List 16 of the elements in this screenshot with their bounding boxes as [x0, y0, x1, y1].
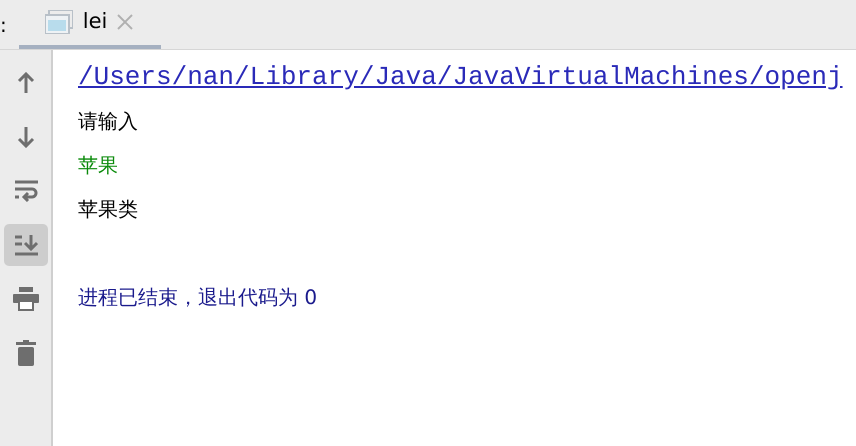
console-line: 进程已结束，退出代码为 0	[78, 284, 318, 311]
tab-label: lei	[82, 8, 108, 36]
path-link[interactable]: /Users/nan/Library/Java/JavaVirtualMachines/openj	[78, 58, 843, 96]
console-line: 苹果	[78, 152, 118, 179]
arrow-down-icon	[16, 125, 36, 149]
console-line: 请输入	[78, 108, 138, 135]
console-tab[interactable]: lei	[18, 0, 161, 49]
scroll-to-end-icon	[14, 234, 38, 256]
cut-tab-label: :	[0, 12, 7, 38]
console-line: 苹果类	[78, 196, 138, 223]
soft-wrap-icon	[14, 180, 38, 202]
toolbar-button[interactable]	[4, 224, 48, 266]
arrow-up-icon	[16, 71, 36, 95]
printer-icon	[12, 287, 38, 311]
trash-icon	[16, 340, 36, 366]
window-icon	[44, 10, 73, 34]
